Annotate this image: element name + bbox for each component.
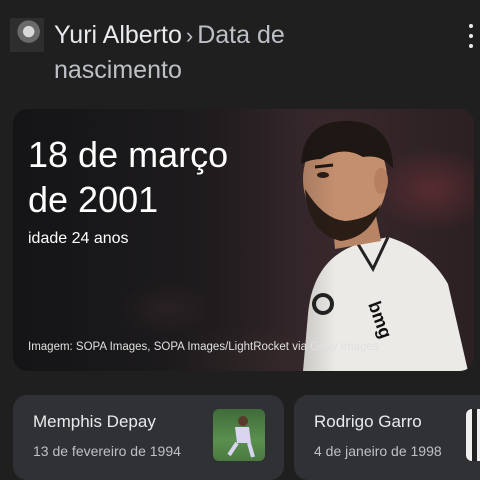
header: Yuri Alberto › Data de nascimento	[0, 0, 480, 100]
kebab-dot	[469, 34, 473, 38]
answer-card[interactable]: bmg 18 de março de 2001 idade 24 anos Im…	[13, 109, 474, 371]
birth-date-line2: de 2001	[28, 179, 159, 220]
related-person-birthdate: 13 de fevereiro de 1994	[33, 443, 181, 459]
birth-date: 18 de março de 2001	[28, 132, 278, 222]
related-person-card[interactable]: Rodrigo Garro 4 de janeiro de 1998	[294, 395, 480, 480]
related-person-birthdate: 4 de janeiro de 1998	[314, 443, 442, 459]
related-person-thumbnail	[466, 409, 480, 461]
related-person-thumbnail	[213, 409, 265, 461]
entity-thumbnail[interactable]	[10, 18, 44, 52]
breadcrumb: Yuri Alberto › Data de nascimento	[54, 18, 434, 87]
kebab-dot	[469, 44, 473, 48]
birth-date-line1: 18 de março	[28, 134, 229, 175]
more-vert-icon[interactable]	[466, 24, 476, 48]
breadcrumb-attribute-line2: nascimento	[54, 56, 182, 84]
search-result-page: Yuri Alberto›Data de nascimento bmg	[0, 0, 480, 480]
chevron-right-icon: ›	[185, 23, 194, 48]
kebab-dot	[469, 24, 473, 28]
related-person-name: Memphis Depay	[33, 412, 156, 431]
image-credit: Imagem: SOPA Images, SOPA Images/LightRo…	[28, 341, 379, 353]
breadcrumb-entity[interactable]: Yuri Alberto	[54, 21, 182, 49]
age-label: idade 24 anos	[28, 230, 129, 247]
related-person-name: Rodrigo Garro	[314, 412, 422, 431]
related-person-card[interactable]: Memphis Depay 13 de fevereiro de 1994	[13, 395, 284, 480]
breadcrumb-attribute-line1: Data de	[197, 21, 285, 49]
player-thumbnail-image	[227, 416, 255, 458]
